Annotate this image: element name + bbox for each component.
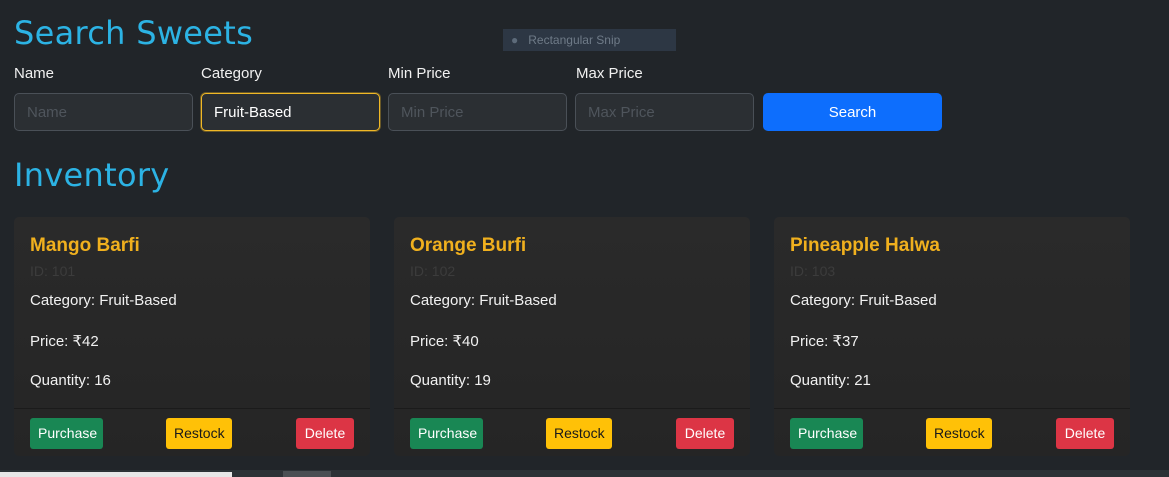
- sweet-price: Price: ₹37: [790, 333, 859, 350]
- sweet-price: Price: ₹42: [30, 333, 99, 350]
- sweet-card: Mango Barfi ID: 101 Category: Fruit-Base…: [14, 217, 370, 456]
- sweet-card: Orange Burfi ID: 102 Category: Fruit-Bas…: [394, 217, 750, 456]
- restock-button[interactable]: Restock: [926, 418, 992, 449]
- sweet-name: Orange Burfi: [410, 235, 527, 256]
- search-heading: Search Sweets: [14, 14, 254, 52]
- max-price-input[interactable]: [575, 93, 754, 131]
- max-price-label: Max Price: [576, 65, 643, 82]
- restock-button[interactable]: Restock: [166, 418, 232, 449]
- inventory-heading: Inventory: [14, 156, 170, 194]
- sweet-quantity: Quantity: 19: [410, 372, 491, 389]
- purchase-button[interactable]: Purchase: [30, 418, 103, 449]
- sweet-quantity: Quantity: 21: [790, 372, 871, 389]
- restock-button[interactable]: Restock: [546, 418, 612, 449]
- min-price-input[interactable]: [388, 93, 567, 131]
- taskbar-thumbnail[interactable]: [0, 472, 232, 477]
- sweet-id: ID: 103: [790, 263, 836, 279]
- snip-dot-icon: ●: [511, 33, 519, 47]
- sweet-category: Category: Fruit-Based: [790, 292, 937, 309]
- sweet-category: Category: Fruit-Based: [30, 292, 177, 309]
- sweet-card: Pineapple Halwa ID: 103 Category: Fruit-…: [774, 217, 1130, 456]
- sweet-quantity: Quantity: 16: [30, 372, 111, 389]
- name-input[interactable]: [14, 93, 193, 131]
- sweet-id: ID: 102: [410, 263, 456, 279]
- category-label: Category: [201, 65, 262, 82]
- rectangular-snip-tooltip: ● Rectangular Snip: [503, 29, 676, 51]
- name-label: Name: [14, 65, 55, 82]
- snip-label: Rectangular Snip: [528, 33, 621, 47]
- sweet-id: ID: 101: [30, 263, 76, 279]
- sweet-price: Price: ₹40: [410, 333, 479, 350]
- card-actions: Purchase Restock Delete: [394, 408, 750, 456]
- search-button[interactable]: Search: [763, 93, 942, 131]
- sweet-name: Mango Barfi: [30, 235, 140, 256]
- app-page: Search Sweets ● Rectangular Snip Name Cat…: [0, 0, 1169, 477]
- sweet-category: Category: Fruit-Based: [410, 292, 557, 309]
- min-price-label: Min Price: [388, 65, 451, 82]
- delete-button[interactable]: Delete: [296, 418, 354, 449]
- category-input[interactable]: [201, 93, 380, 131]
- sweet-name: Pineapple Halwa: [790, 235, 940, 256]
- taskbar-thumbnail[interactable]: [283, 471, 331, 477]
- delete-button[interactable]: Delete: [1056, 418, 1114, 449]
- purchase-button[interactable]: Purchase: [790, 418, 863, 449]
- purchase-button[interactable]: Purchase: [410, 418, 483, 449]
- card-actions: Purchase Restock Delete: [14, 408, 370, 456]
- card-actions: Purchase Restock Delete: [774, 408, 1130, 456]
- delete-button[interactable]: Delete: [676, 418, 734, 449]
